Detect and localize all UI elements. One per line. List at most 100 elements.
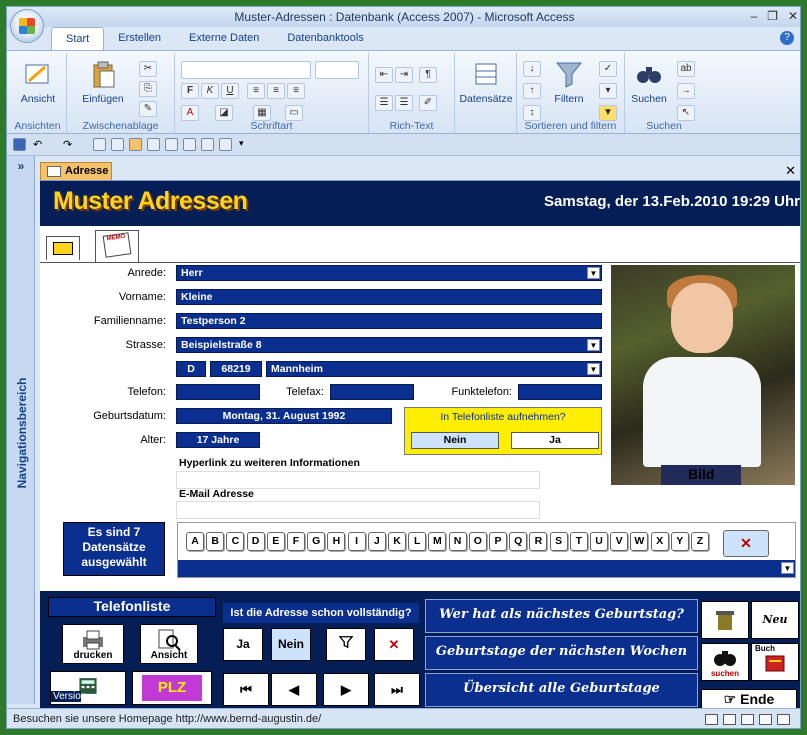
toggle-filter-icon[interactable]: ▼ [599,105,617,121]
letter-button-d[interactable]: D [246,532,265,551]
datasheet-view-status-icon[interactable] [723,714,736,725]
paragraph-icon[interactable]: ¶ [419,67,437,83]
form-view-status-icon[interactable] [705,714,718,725]
highlight-icon[interactable]: ✐ [419,95,437,111]
redo-icon[interactable]: ↷ [63,138,76,151]
next-record-button[interactable]: ▶ [323,673,369,706]
letter-button-m[interactable]: M [428,532,447,551]
tab-address-page[interactable] [46,236,80,260]
bookings-button[interactable]: Buch [751,643,799,681]
strasse-combo[interactable]: Beispielstraße 8 ▼ [176,337,602,353]
vollstaendig-nein-button[interactable]: Nein [271,628,311,661]
remove-filter-button[interactable]: ✕ [374,628,414,661]
design-view-icon[interactable] [93,138,106,151]
telefonliste-ansicht-button[interactable]: Ansicht [140,624,198,664]
bullet-list-icon[interactable]: ☰ [375,95,393,111]
new-record-button[interactable]: Neu [751,601,799,639]
tab-memo-page[interactable]: MEMO [95,230,139,262]
filtern-button[interactable]: Filtern [547,59,591,105]
anrede-combo[interactable]: Herr ▼ [176,265,602,281]
letter-button-j[interactable]: J [367,532,386,551]
gridlines-icon[interactable]: ▦ [253,105,271,121]
letter-button-y[interactable]: Y [670,532,689,551]
letter-button-k[interactable]: K [388,532,406,551]
letter-button-w[interactable]: W [630,532,649,551]
sort-small-icon[interactable] [183,138,196,151]
bold-icon[interactable]: F [181,83,199,99]
datensaetze-button[interactable]: Datensätze [457,59,515,105]
ort-combo[interactable]: Mannheim ▼ [266,361,602,377]
letter-button-p[interactable]: P [489,532,507,551]
help-icon[interactable]: ? [780,31,794,45]
advanced-filter-icon[interactable]: ▾ [599,83,617,99]
letter-button-f[interactable]: F [287,532,305,551]
goto-icon[interactable]: → [677,83,695,99]
plz-button[interactable]: PLZ [132,671,212,705]
align-left-icon[interactable]: ≡ [247,83,265,99]
telefonliste-nein-button[interactable]: Nein [411,432,499,449]
align-right-icon[interactable]: ≡ [287,83,305,99]
fill-color-icon[interactable]: ◪ [215,105,233,121]
clear-filter-button[interactable]: ✕ [723,530,769,557]
funktelefon-field[interactable] [518,384,602,400]
telefon-field[interactable] [176,384,260,400]
filter-button[interactable] [326,628,366,661]
suchen-button[interactable]: suchen [701,643,749,681]
sort-asc-icon[interactable]: ↓ [523,61,541,77]
letter-button-h[interactable]: H [327,532,346,551]
first-record-button[interactable]: ⏮ [223,673,269,706]
plz-field[interactable]: 68219 [210,361,262,377]
close-document-icon[interactable]: ✕ [785,163,796,179]
vollstaendig-ja-button[interactable]: Ja [223,628,263,661]
layout-view-icon[interactable] [129,138,142,151]
familienname-field[interactable]: Testperson 2 [176,313,602,329]
letter-button-e[interactable]: E [266,532,285,551]
dropdown-arrow-icon[interactable]: ▼ [587,267,600,279]
zoom-status-icon[interactable] [777,714,790,725]
undo-icon[interactable]: ↶ [33,138,46,151]
selection-filter-icon[interactable]: ✓ [599,61,617,77]
letter-button-q[interactable]: Q [509,532,528,551]
print-icon[interactable] [147,138,160,151]
letter-button-c[interactable]: C [226,532,245,551]
upcoming-birthdays-button[interactable]: Geburtstage der nächsten Wochen [425,636,698,670]
telefonliste-ja-button[interactable]: Ja [511,432,599,449]
letter-button-z[interactable]: Z [691,532,709,551]
einfuegen-button[interactable]: Einfügen [75,59,131,105]
letter-button-v[interactable]: V [610,532,629,551]
minimize-icon[interactable]: – [750,9,757,23]
letter-button-i[interactable]: I [347,532,366,551]
hyperlink-field[interactable] [176,471,540,489]
document-tab[interactable]: Adresse [40,162,112,180]
telefax-field[interactable] [330,384,414,400]
layout-view-status-icon[interactable] [741,714,754,725]
italic-icon[interactable]: K [201,83,219,99]
email-field[interactable] [176,501,540,519]
increase-indent-icon[interactable]: ⇥ [395,67,413,83]
all-birthdays-button[interactable]: Übersicht alle Geburtstage [425,673,698,707]
save-icon[interactable] [13,138,26,151]
query-icon[interactable] [219,138,232,151]
person-photo[interactable] [611,265,795,485]
tab-datenbanktools[interactable]: Datenbanktools [273,27,377,51]
delete-button[interactable] [701,601,749,639]
alternate-fill-icon[interactable]: ▭ [285,105,303,121]
navigation-pane[interactable]: » Navigationsbereich [7,156,35,704]
tab-erstellen[interactable]: Erstellen [104,27,175,51]
decrease-indent-icon[interactable]: ⇤ [375,67,393,83]
letter-button-x[interactable]: X [650,532,669,551]
edit-icon[interactable] [201,138,214,151]
letter-button-a[interactable]: A [186,532,204,551]
select-icon[interactable]: ↖ [677,105,695,121]
next-birthday-button[interactable]: Wer hat als nächstes Geburtstag? [425,599,698,633]
calculator-button[interactable]: Version [50,671,126,705]
sort-desc-icon[interactable]: ↑ [523,83,541,99]
copy-icon[interactable]: ⎘ [139,81,157,97]
format-painter-icon[interactable]: ✎ [139,101,157,117]
office-button[interactable] [10,9,44,43]
letter-button-l[interactable]: L [408,532,427,551]
tab-start[interactable]: Start [51,27,105,51]
form-view-icon[interactable] [111,138,124,151]
dropdown-arrow-icon[interactable]: ▼ [587,339,600,351]
suchen-button[interactable]: Suchen [627,59,671,105]
